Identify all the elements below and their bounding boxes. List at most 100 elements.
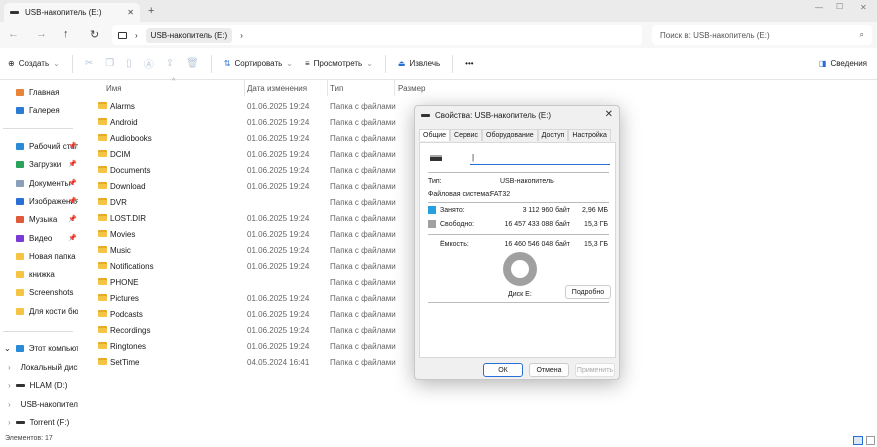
- sidebar-item[interactable]: книжка: [16, 270, 78, 279]
- chevron-right-icon[interactable]: ›: [8, 363, 11, 372]
- table-row[interactable]: SetTime 04.05.2024 16:41 Папка с файлами: [98, 354, 398, 370]
- apply-button[interactable]: Применить: [575, 363, 615, 377]
- sidebar-item-label: Главная: [29, 88, 60, 97]
- chevron-down-icon[interactable]: ⌄: [4, 344, 11, 353]
- dialog-tab[interactable]: Сервис: [450, 129, 483, 141]
- table-row[interactable]: Download 01.06.2025 19:24 Папка с файлами: [98, 178, 398, 194]
- sidebar-item[interactable]: Новая папка: [16, 252, 78, 261]
- used-color-swatch: [428, 206, 436, 214]
- sidebar-this-pc[interactable]: ⌄ Этот компьютер: [4, 344, 78, 353]
- file-name: Download: [110, 182, 146, 191]
- search-input[interactable]: Поиск в: USB-накопитель (E:) ⌕: [652, 25, 872, 45]
- sidebar-drive[interactable]: › USB-накопитель: [8, 400, 78, 409]
- forward-icon[interactable]: →: [36, 28, 47, 40]
- pin-icon[interactable]: 📌: [68, 215, 77, 223]
- chevron-right-icon[interactable]: ›: [8, 418, 11, 427]
- maximize-button[interactable]: ☐: [836, 2, 843, 11]
- address-bar[interactable]: › USB-накопитель (E:) ›: [112, 25, 642, 45]
- table-row[interactable]: Movies 01.06.2025 19:24 Папка с файлами: [98, 226, 398, 242]
- new-tab-button[interactable]: +: [148, 5, 154, 17]
- sidebar-item[interactable]: Галерея: [16, 106, 78, 115]
- chevron-right-icon[interactable]: ›: [240, 31, 243, 40]
- paste-icon[interactable]: ▯: [126, 58, 132, 69]
- file-name: Alarms: [110, 102, 135, 111]
- sidebar-item-label: Локальный диск: [20, 363, 78, 372]
- type-value: USB-накопитель: [500, 178, 554, 185]
- refresh-icon[interactable]: ↻: [90, 28, 99, 41]
- table-row[interactable]: PHONE Папка с файлами: [98, 274, 398, 290]
- folder-icon: [98, 182, 107, 189]
- table-row[interactable]: DVR Папка с файлами: [98, 194, 398, 210]
- column-type[interactable]: Тип: [330, 84, 343, 93]
- search-icon: ⌕: [859, 30, 864, 39]
- file-name: Ringtones: [110, 342, 147, 351]
- volume-name-input[interactable]: |: [470, 151, 610, 165]
- table-row[interactable]: DCIM 01.06.2025 19:24 Папка с файлами: [98, 146, 398, 162]
- table-row[interactable]: Music 01.06.2025 19:24 Папка с файлами: [98, 242, 398, 258]
- tiles-view-icon[interactable]: [866, 436, 875, 445]
- create-button[interactable]: ⊕ Создать ⌄: [8, 59, 60, 68]
- delete-icon[interactable]: 🗑: [186, 58, 199, 69]
- table-row[interactable]: Documents 01.06.2025 19:24 Папка с файлами: [98, 162, 398, 178]
- table-row[interactable]: Recordings 01.06.2025 19:24 Папка с файлам…: [98, 322, 398, 338]
- sidebar-item[interactable]: Главная: [16, 88, 78, 97]
- folder-icon: [16, 143, 24, 150]
- cut-icon[interactable]: ✂: [85, 58, 93, 69]
- tab-usb[interactable]: USB-накопитель (E:) ✕: [4, 3, 140, 22]
- up-icon[interactable]: ↑: [63, 28, 69, 40]
- sort-button[interactable]: ⇅ Сортировать ⌄: [224, 59, 293, 68]
- dialog-tab[interactable]: Настройка: [568, 129, 611, 141]
- table-row[interactable]: Ringtones 01.06.2025 19:24 Папка с файлами: [98, 338, 398, 354]
- minimize-button[interactable]: —: [815, 3, 823, 12]
- column-date[interactable]: Дата изменения: [247, 84, 307, 93]
- more-button[interactable]: •••: [465, 59, 473, 68]
- file-type: Папка с файлами: [330, 294, 396, 303]
- pin-icon[interactable]: 📌: [68, 142, 77, 150]
- table-row[interactable]: Notifications 01.06.2025 19:24 Папка с фай…: [98, 258, 398, 274]
- sidebar-drive[interactable]: › HLAM (D:): [8, 381, 78, 390]
- pin-icon[interactable]: 📌: [68, 197, 77, 205]
- table-row[interactable]: Android 01.06.2025 19:24 Папка с файлами: [98, 114, 398, 130]
- table-row[interactable]: Alarms 01.06.2025 19:24 Папка с файлами: [98, 98, 398, 114]
- pin-icon[interactable]: 📌: [68, 179, 77, 187]
- sidebar-drive[interactable]: › Torrent (F:): [8, 418, 78, 427]
- pin-icon[interactable]: 📌: [68, 160, 77, 168]
- share-icon[interactable]: ⇪: [166, 58, 174, 69]
- file-name: LOST.DIR: [110, 214, 147, 223]
- back-icon[interactable]: ←: [8, 28, 19, 40]
- dialog-tab[interactable]: Доступ: [537, 129, 569, 141]
- dialog-close-button[interactable]: ✕: [605, 109, 613, 120]
- ok-button[interactable]: ОК: [483, 363, 523, 377]
- computer-icon: [15, 345, 24, 352]
- sidebar-item-label: Этот компьютер: [28, 344, 78, 353]
- column-size[interactable]: Размер: [398, 84, 426, 93]
- column-name[interactable]: Имя: [106, 84, 122, 93]
- eject-button[interactable]: ⏏ Извлечь: [398, 59, 440, 68]
- table-row[interactable]: Pictures 01.06.2025 19:24 Папка с файлами: [98, 290, 398, 306]
- chevron-right-icon[interactable]: ›: [8, 400, 11, 409]
- table-row[interactable]: Audiobooks 01.06.2025 19:24 Папка с файлам…: [98, 130, 398, 146]
- dialog-tab[interactable]: Общие: [419, 129, 451, 141]
- chevron-right-icon[interactable]: ›: [8, 381, 11, 390]
- details-view-icon[interactable]: [853, 436, 863, 445]
- cancel-button[interactable]: Отмена: [529, 363, 569, 377]
- view-button[interactable]: ≡ Просмотреть ⌄: [305, 59, 373, 68]
- close-button[interactable]: ✕: [860, 3, 867, 12]
- copy-icon[interactable]: ❐: [105, 58, 114, 69]
- eject-icon: ⏏: [397, 59, 406, 68]
- sidebar-drive[interactable]: › Локальный диск: [8, 363, 78, 372]
- pin-icon[interactable]: 📌: [68, 234, 77, 242]
- sidebar-item-label: Галерея: [29, 106, 60, 115]
- disk-details-button[interactable]: Подробно: [565, 285, 611, 299]
- table-row[interactable]: LOST.DIR 01.06.2025 19:24 Папка с файлами: [98, 210, 398, 226]
- sidebar-item[interactable]: Для кости бюзг: [16, 307, 78, 316]
- sidebar-item[interactable]: Screenshots: [16, 288, 78, 297]
- breadcrumb-usb[interactable]: USB-накопитель (E:): [145, 27, 233, 43]
- details-button[interactable]: ◨ Сведения: [819, 59, 867, 68]
- file-name: DVR: [110, 198, 127, 207]
- file-type: Папка с файлами: [330, 358, 396, 367]
- table-row[interactable]: Podcasts 01.06.2025 19:24 Папка с файлами: [98, 306, 398, 322]
- rename-icon[interactable]: Ⓐ: [144, 56, 154, 71]
- close-tab-icon[interactable]: ✕: [127, 8, 134, 17]
- dialog-tab[interactable]: Оборудование: [482, 129, 538, 141]
